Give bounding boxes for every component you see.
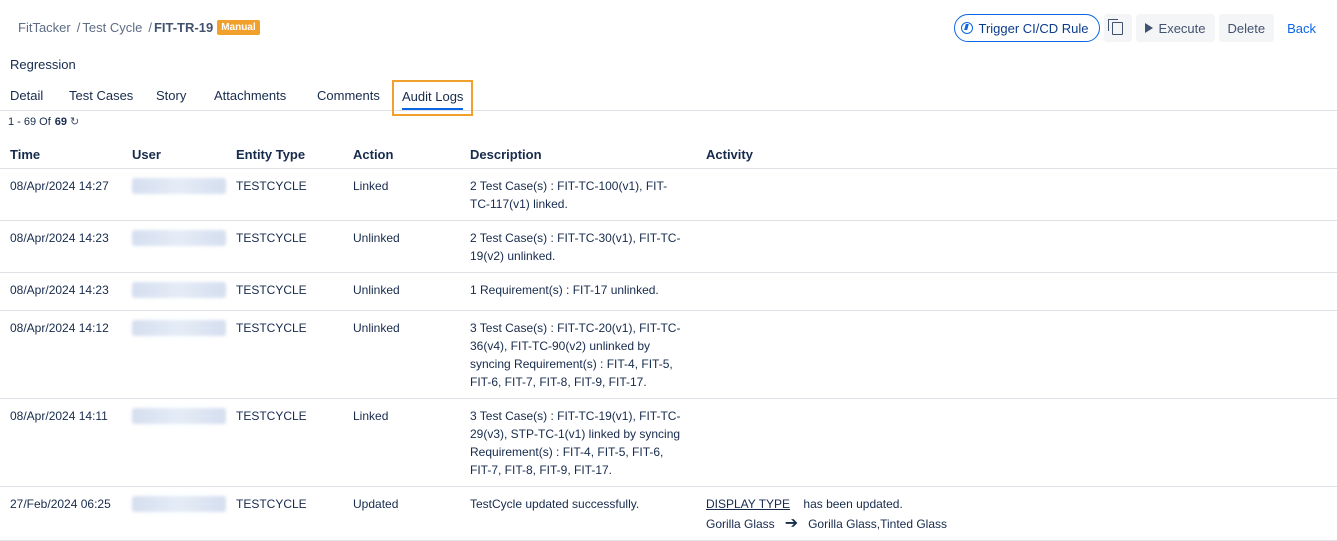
cell-user [122,220,226,273]
execute-label: Execute [1158,20,1206,36]
table-row: 08/Apr/2024 14:11 TESTCYCLE Linked 3 Tes… [0,398,1337,487]
cell-activity [696,272,1337,311]
tab-bar: Detail Test Cases Story Attachments Comm… [0,80,1337,116]
cell-user [122,168,226,221]
cell-entity: TESTCYCLE [226,310,343,399]
redacted-user [132,230,226,246]
cell-entity: TESTCYCLE [226,168,343,221]
breadcrumb-current: FIT-TR-19 [153,20,214,35]
delete-button[interactable]: Delete [1218,14,1275,42]
cell-time: 08/Apr/2024 14:27 [0,168,122,221]
audit-log-table: Time User Entity Type Action Description… [0,140,1337,541]
cell-entity: TESTCYCLE [226,220,343,273]
cell-activity [696,168,1337,221]
cell-action: Unlinked [343,220,460,273]
play-icon [1144,23,1153,33]
breadcrumb: FitTacker / Test Cycle / FIT-TR-19 Manua… [18,20,260,35]
redacted-user [132,320,226,336]
cell-action: Linked [343,398,460,487]
redacted-user [132,496,226,512]
copy-button[interactable] [1103,14,1132,42]
cycle-subtitle: Regression [10,57,76,72]
column-header-time[interactable]: Time [0,140,122,169]
type-badge: Manual [217,20,260,35]
cell-time: 08/Apr/2024 14:23 [0,272,122,311]
tab-detail[interactable]: Detail [10,88,43,103]
activity-new-value: Gorilla Glass,Tinted Glass [808,517,948,531]
cell-description: 3 Test Case(s) : FIT-TC-19(v1), FIT-TC-2… [460,398,696,487]
redacted-user [132,178,226,194]
breadcrumb-section[interactable]: Test Cycle [82,20,142,35]
column-header-action[interactable]: Action [343,140,460,169]
cell-activity [696,220,1337,273]
cell-time: 08/Apr/2024 14:12 [0,310,122,399]
breadcrumb-separator: / [76,20,81,35]
tab-audit-logs[interactable]: Audit Logs [392,80,474,116]
cell-time: 08/Apr/2024 14:11 [0,398,122,487]
cell-description: TestCycle updated successfully. [460,486,696,541]
activity-message: has been updated. [803,497,903,511]
pagination-info: 1 - 69 Of 69 ↻ [8,115,79,129]
column-header-entity-type[interactable]: Entity Type [226,140,343,169]
cell-activity [696,310,1337,399]
redacted-user [132,408,226,424]
table-header-row: Time User Entity Type Action Description… [0,140,1337,169]
arrow-right-icon: ➔ [784,515,799,532]
cell-action: Unlinked [343,272,460,311]
cell-user [122,398,226,487]
column-header-activity[interactable]: Activity [696,140,1337,169]
header-bar: FitTacker / Test Cycle / FIT-TR-19 Manua… [0,0,1337,58]
cell-user [122,310,226,399]
column-header-description[interactable]: Description [460,140,696,169]
pagination-total: 69 [54,115,68,128]
cell-description: 2 Test Case(s) : FIT-TC-100(v1), FIT-TC-… [460,168,696,221]
table-row: 08/Apr/2024 14:12 TESTCYCLE Unlinked 3 T… [0,310,1337,399]
cell-description: 3 Test Case(s) : FIT-TC-20(v1), FIT-TC-3… [460,310,696,399]
tab-story[interactable]: Story [156,88,186,103]
cell-description: 1 Requirement(s) : FIT-17 unlinked. [460,272,696,311]
tab-comments[interactable]: Comments [317,88,380,103]
pagination-range: 1 - 69 Of [8,115,51,128]
back-button[interactable]: Back [1278,14,1325,42]
cell-action: Linked [343,168,460,221]
activity-change: Gorilla Glass ➔ Gorilla Glass,Tinted Gla… [706,515,1337,533]
cell-description: 2 Test Case(s) : FIT-TC-30(v1), FIT-TC-1… [460,220,696,273]
table-row: 08/Apr/2024 14:23 TESTCYCLE Unlinked 2 T… [0,220,1337,273]
breadcrumb-project[interactable]: FitTacker [18,20,71,35]
tab-attachments[interactable]: Attachments [214,88,286,103]
cell-entity: TESTCYCLE [226,486,343,541]
redacted-user [132,282,226,298]
cell-time: 08/Apr/2024 14:23 [0,220,122,273]
copy-icon [1108,18,1124,35]
activity-summary: DISPLAY TYPE has been updated. [706,495,1337,513]
column-header-user[interactable]: User [122,140,226,169]
cell-user [122,272,226,311]
activity-field-name[interactable]: DISPLAY TYPE [706,497,790,511]
tab-test-cases[interactable]: Test Cases [69,88,133,103]
table-row: 08/Apr/2024 14:27 TESTCYCLE Linked 2 Tes… [0,168,1337,221]
cell-activity [696,398,1337,487]
trigger-label: Trigger CI/CD Rule [978,20,1089,36]
execute-button[interactable]: Execute [1135,14,1215,42]
cell-action: Unlinked [343,310,460,399]
cell-entity: TESTCYCLE [226,272,343,311]
cell-entity: TESTCYCLE [226,398,343,487]
trigger-cicd-rule-button[interactable]: Trigger CI/CD Rule [954,14,1100,42]
cell-time: 27/Feb/2024 06:25 [0,486,122,541]
breadcrumb-separator: / [148,20,152,35]
cell-action: Updated [343,486,460,541]
action-toolbar: Trigger CI/CD Rule Execute Delete Back [954,14,1325,42]
tab-audit-logs-label: Audit Logs [402,89,464,110]
cell-user [122,486,226,541]
refresh-icon[interactable]: ↻ [70,115,79,128]
table-row: 27/Feb/2024 06:25 TESTCYCLE Updated Test… [0,486,1337,541]
activity-old-value: Gorilla Glass [706,517,775,531]
lightning-icon [961,22,974,34]
table-row: 08/Apr/2024 14:23 TESTCYCLE Unlinked 1 R… [0,272,1337,311]
cell-activity: DISPLAY TYPE has been updated. Gorilla G… [696,486,1337,541]
